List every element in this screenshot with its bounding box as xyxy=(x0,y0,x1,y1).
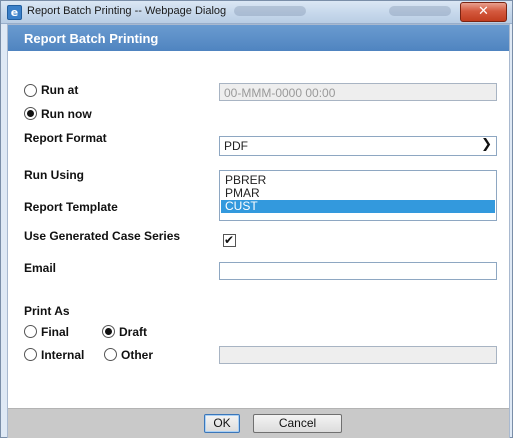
use-generated-case-series-label: Use Generated Case Series xyxy=(24,229,181,243)
window-title: Report Batch Printing -- Webpage Dialog xyxy=(27,5,227,17)
run-using-option-pmar[interactable]: PMAR xyxy=(221,187,495,200)
run-at-datetime-field[interactable]: 00-MMM-0000 00:00 xyxy=(219,83,497,101)
print-as-draft-radio[interactable] xyxy=(102,325,115,338)
run-now-radio[interactable] xyxy=(24,107,37,120)
ok-button[interactable]: OK xyxy=(204,414,240,433)
print-as-draft-label: Draft xyxy=(119,325,148,339)
run-using-option-pbrer[interactable]: PBRER xyxy=(221,174,495,187)
print-as-label: Print As xyxy=(24,304,70,318)
cancel-button[interactable]: Cancel xyxy=(253,414,342,433)
run-now-label: Run now xyxy=(41,107,92,121)
run-at-radio[interactable] xyxy=(24,84,37,97)
print-as-other-field[interactable] xyxy=(219,346,497,364)
report-template-label: Report Template xyxy=(24,200,118,214)
dialog-content: Report Batch Printing Run at 00-MMM-0000… xyxy=(7,24,510,438)
report-format-select[interactable]: PDF ❯ xyxy=(219,136,497,156)
dialog-header: Report Batch Printing xyxy=(8,25,509,51)
run-at-label: Run at xyxy=(41,83,79,97)
chevron-down-icon: ❯ xyxy=(481,137,492,152)
email-field[interactable] xyxy=(219,262,497,280)
title-blur-decoration xyxy=(234,6,306,16)
run-at-datetime-placeholder: 00-MMM-0000 00:00 xyxy=(224,86,336,100)
dialog-header-title: Report Batch Printing xyxy=(24,31,159,46)
print-as-final-radio[interactable] xyxy=(24,325,37,338)
dialog-footer: OK Cancel xyxy=(8,408,509,438)
title-blur-decoration xyxy=(389,6,451,16)
ie-page-icon: e xyxy=(7,5,22,20)
email-label: Email xyxy=(24,261,57,275)
print-as-other-label: Other xyxy=(121,348,154,362)
close-icon: ✕ xyxy=(478,4,489,19)
report-format-value: PDF xyxy=(224,139,248,153)
checkmark-icon: ✔ xyxy=(224,233,235,247)
print-as-final-label: Final xyxy=(41,325,70,339)
report-format-label: Report Format xyxy=(24,131,107,145)
run-using-listbox[interactable]: PBRER PMAR CUST xyxy=(219,170,497,221)
title-bar[interactable]: e Report Batch Printing -- Webpage Dialo… xyxy=(1,1,512,24)
print-as-internal-label: Internal xyxy=(41,348,85,362)
use-generated-case-series-checkbox[interactable]: ✔ xyxy=(223,233,236,247)
close-button[interactable]: ✕ xyxy=(460,2,507,22)
dialog-window: e Report Batch Printing -- Webpage Dialo… xyxy=(0,0,513,438)
print-as-internal-radio[interactable] xyxy=(24,348,37,361)
run-using-option-cust[interactable]: CUST xyxy=(221,200,495,213)
print-as-other-radio[interactable] xyxy=(104,348,117,361)
run-using-label: Run Using xyxy=(24,168,84,182)
